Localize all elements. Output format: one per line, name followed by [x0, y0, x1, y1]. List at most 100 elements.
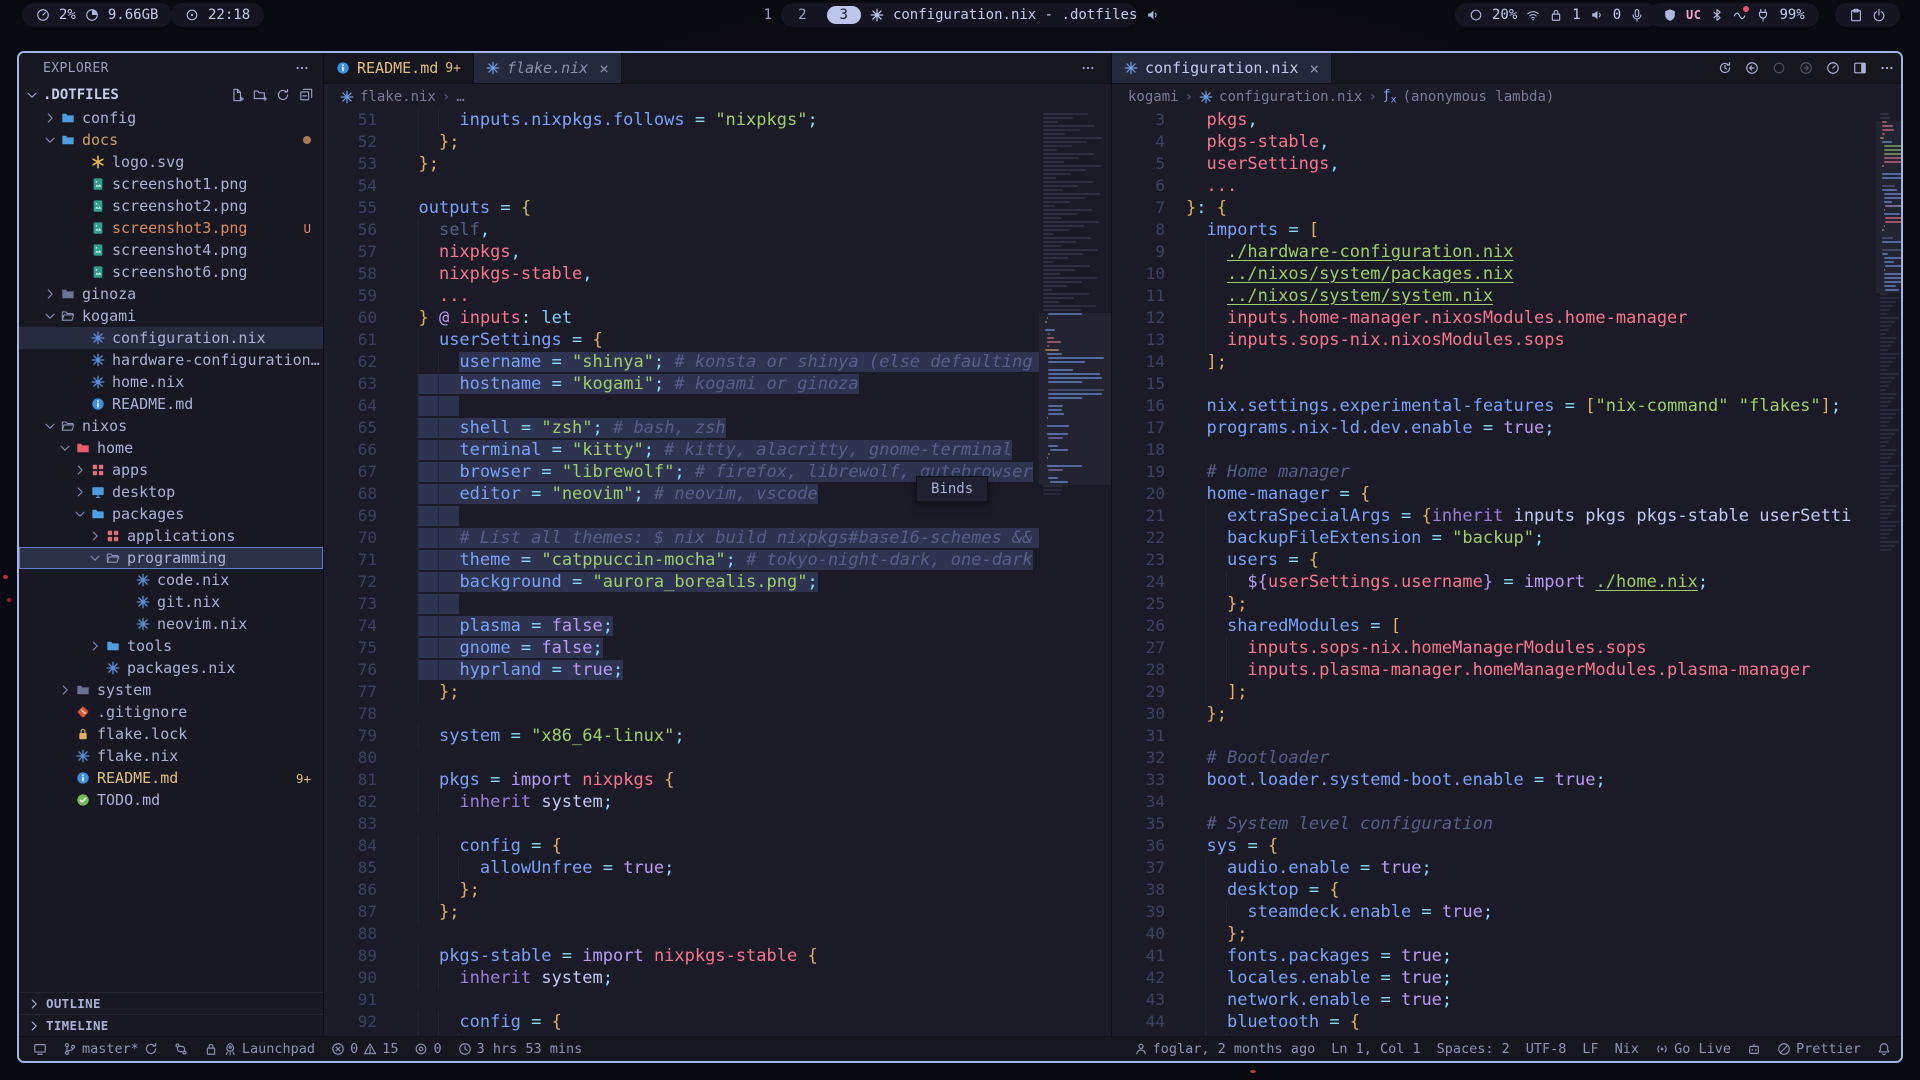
chevron-down-icon[interactable] [57, 441, 73, 455]
tree-item-screenshot4.png[interactable]: screenshot4.png [19, 239, 323, 261]
go-live-button[interactable]: Go Live [1655, 1041, 1731, 1057]
tree-item-flake.lock[interactable]: flake.lock [19, 723, 323, 745]
close-tab-icon[interactable]: × [599, 59, 609, 78]
code-line-15[interactable]: 15 [1112, 373, 1903, 395]
code-line-35[interactable]: 35 # System level configuration [1112, 813, 1903, 835]
tree-item-configuration.nix[interactable]: configuration.nix [19, 327, 323, 349]
code-line-88[interactable]: 88 [324, 923, 1111, 945]
code-line-58[interactable]: 58 nixpkgs-stable, [324, 263, 1111, 285]
code-line-42[interactable]: 42 locales.enable = true; [1112, 967, 1903, 989]
code-line-32[interactable]: 32 # Bootloader [1112, 747, 1903, 769]
code-line-31[interactable]: 31 [1112, 725, 1903, 747]
code-line-27[interactable]: 27 inputs.sops-nix.homeManagerModules.so… [1112, 637, 1903, 659]
code-line-33[interactable]: 33 boot.loader.systemd-boot.enable = tru… [1112, 769, 1903, 791]
tree-item-code.nix[interactable]: code.nix [19, 569, 323, 591]
git-blame-item[interactable]: foglar, 2 months ago [1134, 1041, 1316, 1057]
tree-item-screenshot6.png[interactable]: screenshot6.png [19, 261, 323, 283]
breadcrumb-folder[interactable]: kogami [1128, 89, 1179, 105]
chevron-right-icon[interactable] [42, 111, 58, 125]
new-file-icon[interactable] [230, 88, 244, 102]
code-line-61[interactable]: 61 userSettings = { [324, 329, 1111, 351]
code-line-6[interactable]: 6 ... [1112, 175, 1903, 197]
code-line-24[interactable]: 24 ${userSettings.username} = import ./h… [1112, 571, 1903, 593]
breadcrumb-left[interactable]: flake.nix › … [324, 84, 1111, 109]
copilot-button[interactable] [1747, 1042, 1761, 1056]
chevron-right-icon[interactable] [42, 287, 58, 301]
tab-overflow-icon[interactable] [1081, 53, 1095, 83]
tree-item-packages[interactable]: packages [19, 503, 323, 525]
explorer-more-icon[interactable] [295, 61, 309, 75]
code-line-59[interactable]: 59 ... [324, 285, 1111, 307]
code-line-11[interactable]: 11 ../nixos/system/system.nix [1112, 285, 1903, 307]
tree-item-flake.nix[interactable]: flake.nix [19, 745, 323, 767]
code-line-17[interactable]: 17 programs.nix-ld.dev.enable = true; [1112, 417, 1903, 439]
run-icon[interactable] [1826, 61, 1840, 75]
code-line-10[interactable]: 10 ../nixos/system/packages.nix [1112, 263, 1903, 285]
code-line-14[interactable]: 14 ]; [1112, 351, 1903, 373]
split-editor-icon[interactable] [1853, 61, 1867, 75]
code-line-38[interactable]: 38 desktop = { [1112, 879, 1903, 901]
cursor-position-button[interactable]: Ln 1, Col 1 [1331, 1041, 1420, 1057]
chevron-right-icon[interactable] [57, 683, 73, 697]
code-line-68[interactable]: 68 editor = "neovim"; # neovim, vscode [324, 483, 1111, 505]
eol-button[interactable]: LF [1582, 1041, 1598, 1057]
launchpad-button[interactable]: Launchpad [204, 1041, 315, 1057]
code-line-29[interactable]: 29 ]; [1112, 681, 1903, 703]
new-folder-icon[interactable] [253, 88, 267, 102]
session-pill[interactable] [1835, 3, 1900, 27]
system-stats-pill[interactable]: 2% 9.66GB [22, 3, 172, 27]
code-line-26[interactable]: 26 sharedModules = [ [1112, 615, 1903, 637]
breadcrumb-more[interactable]: … [456, 89, 464, 105]
code-line-30[interactable]: 30 }; [1112, 703, 1903, 725]
tree-item-docs[interactable]: docs [19, 129, 323, 151]
minimap-slider[interactable] [1039, 313, 1111, 485]
tree-item-neovim.nix[interactable]: neovim.nix [19, 613, 323, 635]
tab-flake[interactable]: flake.nix × [474, 53, 622, 83]
tab-readme[interactable]: README.md 9+ [324, 53, 474, 83]
code-line-3[interactable]: 3 pkgs, [1112, 109, 1903, 131]
notifications-button[interactable] [1877, 1042, 1891, 1056]
code-line-54[interactable]: 54 [324, 175, 1111, 197]
chevron-down-icon[interactable] [42, 419, 58, 433]
tree-item-apps[interactable]: apps [19, 459, 323, 481]
ports-button[interactable]: 0 [414, 1041, 441, 1057]
tree-item-TODO.md[interactable]: TODO.md [19, 789, 323, 811]
tree-item-system[interactable]: system [19, 679, 323, 701]
code-line-80[interactable]: 80 [324, 747, 1111, 769]
indentation-button[interactable]: Spaces: 2 [1437, 1041, 1510, 1057]
code-line-20[interactable]: 20 home-manager = { [1112, 483, 1903, 505]
code-line-37[interactable]: 37 audio.enable = true; [1112, 857, 1903, 879]
chevron-down-icon[interactable] [42, 133, 58, 147]
tree-item-screenshot2.png[interactable]: screenshot2.png [19, 195, 323, 217]
tree-item-screenshot3.png[interactable]: screenshot3.pngU [19, 217, 323, 239]
more-actions-icon[interactable] [1880, 61, 1894, 75]
collapse-all-icon[interactable] [299, 88, 313, 102]
code-line-19[interactable]: 19 # Home manager [1112, 461, 1903, 483]
tree-item-hardware-configuration.nix[interactable]: hardware-configuration.nix [19, 349, 323, 371]
code-line-74[interactable]: 74 plasma = false; [324, 615, 1111, 637]
workspace-3-active[interactable]: 3 [827, 6, 861, 24]
breadcrumb-symbol[interactable]: (anonymous lambda) [1403, 89, 1555, 105]
code-line-64[interactable]: 64 [324, 395, 1111, 417]
code-line-72[interactable]: 72 background = "aurora_borealis.png"; [324, 571, 1111, 593]
code-line-16[interactable]: 16 nix.settings.experimental-features = … [1112, 395, 1903, 417]
tree-item-ginoza[interactable]: ginoza [19, 283, 323, 305]
code-line-13[interactable]: 13 inputs.sops-nix.nixosModules.sops [1112, 329, 1903, 351]
git-compare-button[interactable] [174, 1042, 188, 1056]
code-line-78[interactable]: 78 [324, 703, 1111, 725]
chevron-right-icon[interactable] [87, 529, 103, 543]
prettier-button[interactable]: Prettier [1777, 1041, 1861, 1057]
code-line-36[interactable]: 36 sys = { [1112, 835, 1903, 857]
code-line-51[interactable]: 51 inputs.nixpkgs.follows = "nixpkgs"; [324, 109, 1111, 131]
tree-item-tools[interactable]: tools [19, 635, 323, 657]
tray-pill[interactable]: UC 99% [1649, 3, 1819, 27]
code-editor-configuration[interactable]: 3 pkgs,4 pkgs-stable,5 userSettings,6 ..… [1112, 109, 1903, 1036]
tree-item-kogami[interactable]: kogami [19, 305, 323, 327]
code-line-65[interactable]: 65 shell = "zsh"; # bash, zsh [324, 417, 1111, 439]
code-line-91[interactable]: 91 [324, 989, 1111, 1011]
status-pill[interactable]: 20% 1 0 [1455, 3, 1658, 27]
code-line-62[interactable]: 62 username = "shinya"; # konsta or shin… [324, 351, 1111, 373]
code-line-21[interactable]: 21 extraSpecialArgs = {inherit inputs pk… [1112, 505, 1903, 527]
chevron-down-icon[interactable] [72, 507, 88, 521]
breadcrumb-file[interactable]: flake.nix [360, 89, 436, 105]
